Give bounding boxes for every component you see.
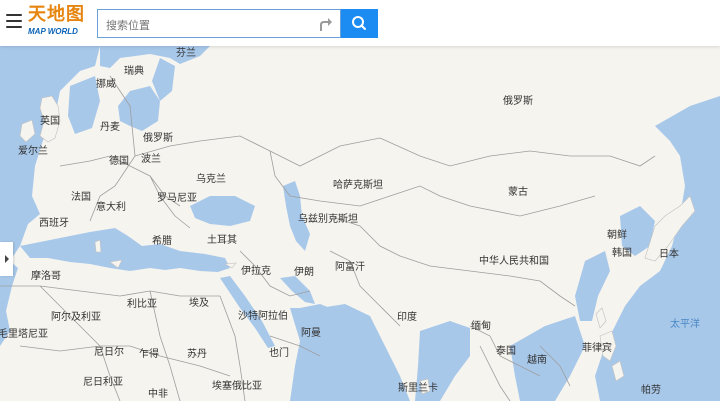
label-uzbekistan: 乌兹别克斯坦 <box>298 212 358 225</box>
label-china: 中华人民共和国 <box>479 254 549 267</box>
label-russia: 俄罗斯 <box>503 94 533 107</box>
label-belarus: 俄罗斯 <box>143 131 173 144</box>
label-ukraine: 乌克兰 <box>196 172 226 185</box>
label-poland: 波兰 <box>141 152 161 165</box>
label-ireland: 爱尔兰 <box>18 144 48 157</box>
label-mauritania: 毛里塔尼亚 <box>0 327 48 340</box>
label-car: 中非 <box>148 387 168 400</box>
label-japan: 日本 <box>659 247 679 260</box>
logo-en: MAP WORLD <box>28 27 78 36</box>
label-iran: 伊朗 <box>294 266 314 278</box>
label-ethiopia: 埃塞俄比亚 <box>212 379 262 392</box>
label-norway: 挪威 <box>96 77 116 90</box>
label-morocco: 摩洛哥 <box>31 269 61 282</box>
label-denmark: 丹麦 <box>100 121 120 133</box>
label-libya: 利比亚 <box>127 298 157 310</box>
label-palau: 帕劳 <box>641 383 661 396</box>
label-saudi: 沙特阿拉伯 <box>238 309 288 322</box>
label-france: 法国 <box>71 190 91 203</box>
label-india: 印度 <box>397 310 417 323</box>
label-iraq: 伊拉克 <box>241 264 271 277</box>
label-sweden: 瑞典 <box>124 64 144 77</box>
label-srilanka: 斯里兰卡 <box>398 381 438 394</box>
label-egypt: 埃及 <box>189 296 209 309</box>
label-northkorea: 朝鲜 <box>607 228 627 241</box>
search-icon <box>352 16 366 30</box>
label-spain: 西班牙 <box>39 217 69 229</box>
label-uk: 英国 <box>40 114 60 127</box>
label-nigeria: 尼日利亚 <box>83 376 123 388</box>
search-button[interactable] <box>341 9 378 38</box>
label-chad: 乍得 <box>139 347 159 360</box>
label-korea: 韩国 <box>612 246 632 259</box>
label-finland: 芬兰 <box>176 46 196 59</box>
label-pacific: 太平洋 <box>670 317 700 330</box>
map-canvas[interactable]: 芬兰 瑞典 挪威 俄罗斯 英国 丹麦 俄罗斯 爱尔兰 德国 波兰 乌克兰 法国 … <box>0 46 720 401</box>
label-algeria: 阿尔及利亚 <box>51 310 101 323</box>
label-philippines: 菲律宾 <box>582 341 612 354</box>
side-panel-toggle[interactable] <box>0 242 13 276</box>
logo[interactable]: 天地图 MAP WORLD <box>28 6 88 40</box>
label-mongolia: 蒙古 <box>508 185 528 198</box>
label-romania: 罗马尼亚 <box>157 192 197 204</box>
search-box <box>97 9 341 38</box>
label-oman: 阿曼 <box>301 327 321 339</box>
label-vietnam: 越南 <box>527 353 547 366</box>
menu-icon[interactable] <box>6 14 22 28</box>
label-myanmar: 缅甸 <box>471 319 491 332</box>
search-input[interactable] <box>104 14 308 36</box>
label-afghanistan: 阿富汗 <box>335 260 365 273</box>
label-kazakhstan: 哈萨克斯坦 <box>333 178 383 191</box>
route-icon[interactable] <box>318 16 334 32</box>
label-germany: 德国 <box>109 154 129 167</box>
label-greece: 希腊 <box>152 234 172 247</box>
chevron-right-icon <box>5 255 9 263</box>
label-sudan: 苏丹 <box>187 347 207 360</box>
logo-cn: 天地图 <box>28 4 85 25</box>
top-bar: 天地图 MAP WORLD <box>0 0 720 46</box>
label-yemen: 也门 <box>269 346 289 359</box>
label-turkey: 土耳其 <box>207 233 237 246</box>
label-italy: 意大利 <box>96 200 126 213</box>
label-niger: 尼日尔 <box>94 345 124 358</box>
label-thailand: 泰国 <box>496 344 516 357</box>
